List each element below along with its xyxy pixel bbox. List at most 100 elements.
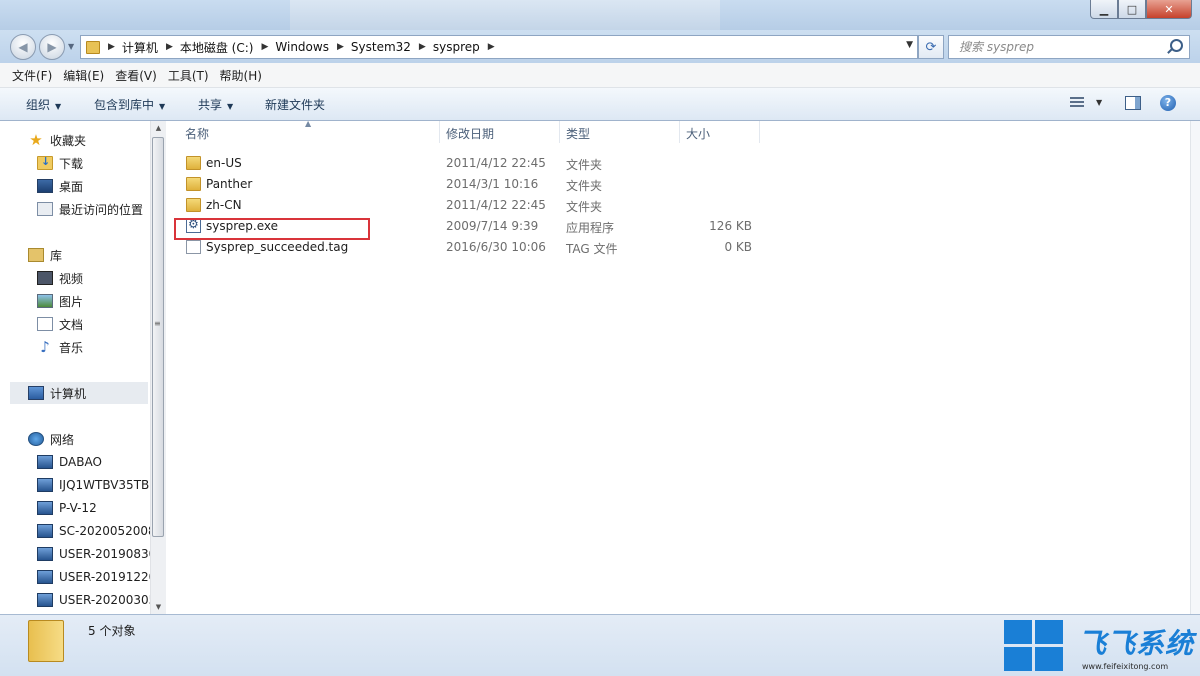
scrollbar-thumb[interactable] <box>152 137 164 537</box>
sidebar-item-label: 音乐 <box>59 340 84 355</box>
menu-edit[interactable]: 编辑(E) <box>63 67 104 84</box>
breadcrumb-local-disk[interactable]: 本地磁盘 (C:) <box>180 39 254 56</box>
chevron-right-icon[interactable]: ▶ <box>419 42 426 52</box>
recent-pages-dropdown-icon[interactable]: ▼ <box>68 42 74 51</box>
breadcrumb-sysprep[interactable]: sysprep <box>433 40 480 54</box>
sidebar-item-label: USER-20200305 <box>59 593 157 607</box>
sidebar-item-network-host[interactable]: USER-20191220 <box>37 567 156 587</box>
search-input[interactable] <box>957 36 1161 58</box>
sidebar-item-desktop[interactable]: 桌面 <box>37 176 83 196</box>
background-blur <box>290 0 720 30</box>
breadcrumb-system32[interactable]: System32 <box>351 40 411 54</box>
column-name[interactable]: 名称 <box>185 125 209 142</box>
sidebar-item-network-host[interactable]: P-V-12 <box>37 498 97 518</box>
file-type: 文件夹 <box>566 200 603 214</box>
chevron-right-icon[interactable]: ▶ <box>166 42 173 52</box>
sidebar-item-music[interactable]: ♪ 音乐 <box>37 337 83 357</box>
preview-pane-icon[interactable] <box>1125 96 1141 110</box>
sidebar-item-pictures[interactable]: 图片 <box>37 291 83 311</box>
sidebar-scrollbar[interactable]: ▲ ≡ ▼ <box>150 121 166 614</box>
column-type[interactable]: 类型 <box>566 125 590 142</box>
minimize-button[interactable]: ▁ <box>1090 0 1118 19</box>
address-bar[interactable]: ▶ 计算机 ▶ 本地磁盘 (C:) ▶ Windows ▶ System32 ▶… <box>80 35 918 59</box>
sidebar-item-network-host[interactable]: IJQ1WTBV35TB <box>37 475 149 495</box>
chevron-right-icon[interactable]: ▶ <box>488 42 495 52</box>
scroll-up-icon[interactable]: ▲ <box>151 121 166 135</box>
scroll-down-icon[interactable]: ▼ <box>151 600 166 614</box>
column-divider[interactable] <box>439 121 440 143</box>
sidebar-favorites[interactable]: ★ 收藏夹 <box>28 130 86 150</box>
chevron-right-icon[interactable]: ▶ <box>108 42 115 52</box>
share-button[interactable]: 共享 ▼ <box>198 96 233 113</box>
sidebar-item-network-host[interactable]: DABAO <box>37 452 102 472</box>
chevron-right-icon[interactable]: ▶ <box>337 42 344 52</box>
sidebar-network[interactable]: 网络 <box>28 429 74 449</box>
grip-icon: ≡ <box>154 319 161 328</box>
file-icon <box>186 240 201 254</box>
right-edge <box>1190 121 1200 614</box>
downloads-folder-icon <box>37 155 53 170</box>
folder-icon <box>186 198 201 212</box>
column-date[interactable]: 修改日期 <box>446 125 494 142</box>
sidebar-computer[interactable]: 计算机 <box>28 383 86 403</box>
sidebar-item-network-host[interactable]: USER-20200305 <box>37 590 156 610</box>
network-computer-icon <box>37 593 53 607</box>
menu-tools[interactable]: 工具(T) <box>168 67 209 84</box>
maximize-button[interactable]: □ <box>1118 0 1146 19</box>
sidebar-item-documents[interactable]: 文档 <box>37 314 83 334</box>
breadcrumb-windows[interactable]: Windows <box>275 40 329 54</box>
sidebar-item-network-host[interactable]: SC-2020052008 <box>37 521 156 541</box>
sidebar-network-label: 网络 <box>50 432 75 447</box>
folder-icon <box>86 40 100 54</box>
sidebar-item-videos[interactable]: 视频 <box>37 268 83 288</box>
sidebar-libraries[interactable]: 库 <box>28 245 62 265</box>
column-size[interactable]: 大小 <box>686 125 710 142</box>
sidebar-item-recent-places[interactable]: 最近访问的位置 <box>37 199 143 219</box>
watermark-brand: 飞飞系统 <box>1078 627 1195 660</box>
windows-logo-icon <box>1004 620 1064 672</box>
item-count: 5 个对象 <box>88 624 136 638</box>
music-note-icon: ♪ <box>40 338 50 356</box>
search-box[interactable] <box>948 35 1190 59</box>
column-divider[interactable] <box>759 121 760 143</box>
file-list: ▲ 名称 修改日期 类型 大小 en-US 2011/4/12 22:45 文件… <box>166 119 1190 614</box>
file-name: Sysprep_succeeded.tag <box>206 240 349 254</box>
menu-bar: 文件(F) 编辑(E) 查看(V) 工具(T) 帮助(H) <box>0 63 1200 88</box>
include-library-button[interactable]: 包含到库中 ▼ <box>94 96 165 113</box>
breadcrumb-computer[interactable]: 计算机 <box>122 39 158 56</box>
refresh-icon: ⟳ <box>925 39 937 55</box>
file-date: 2009/7/14 9:39 <box>446 219 539 233</box>
menu-file[interactable]: 文件(F) <box>12 67 52 84</box>
view-dropdown-icon[interactable]: ▼ <box>1096 98 1102 107</box>
column-divider[interactable] <box>679 121 680 143</box>
sidebar-item-network-host[interactable]: USER-20190830 <box>37 544 156 564</box>
address-history-dropdown-icon[interactable]: ▼ <box>906 40 913 50</box>
forward-button[interactable]: ▶ <box>39 34 65 60</box>
dropdown-arrow-icon: ▼ <box>159 102 166 111</box>
file-row-zh-cn[interactable]: zh-CN 2011/4/12 22:45 文件夹 <box>176 195 766 216</box>
search-icon[interactable] <box>1170 39 1183 52</box>
organize-button[interactable]: 组织 ▼ <box>26 96 61 113</box>
back-button[interactable]: ◀ <box>10 34 36 60</box>
new-folder-button[interactable]: 新建文件夹 <box>265 96 325 113</box>
help-icon[interactable]: ? <box>1160 95 1176 111</box>
refresh-button[interactable]: ⟳ <box>918 35 944 59</box>
star-icon: ★ <box>29 131 43 149</box>
sidebar-item-downloads[interactable]: 下载 <box>37 153 83 173</box>
close-button[interactable]: ✕ <box>1146 0 1192 19</box>
chevron-right-icon[interactable]: ▶ <box>261 42 268 52</box>
column-divider[interactable] <box>559 121 560 143</box>
sidebar-item-label: DABAO <box>59 455 102 469</box>
file-row-panther[interactable]: Panther 2014/3/1 10:16 文件夹 <box>176 174 766 195</box>
menu-help[interactable]: 帮助(H) <box>220 67 262 84</box>
sidebar-item-label: USER-20191220 <box>59 570 157 584</box>
organize-label: 组织 <box>26 98 51 112</box>
sidebar-item-label: 最近访问的位置 <box>59 202 144 217</box>
file-row-en-us[interactable]: en-US 2011/4/12 22:45 文件夹 <box>176 153 766 174</box>
view-options-icon[interactable] <box>1070 97 1084 109</box>
menu-view[interactable]: 查看(V) <box>115 67 157 84</box>
network-computer-icon <box>37 455 53 469</box>
file-row-sysprep-tag[interactable]: Sysprep_succeeded.tag 2016/6/30 10:06 TA… <box>176 237 766 258</box>
file-name: Panther <box>206 177 253 191</box>
share-label: 共享 <box>198 98 223 112</box>
